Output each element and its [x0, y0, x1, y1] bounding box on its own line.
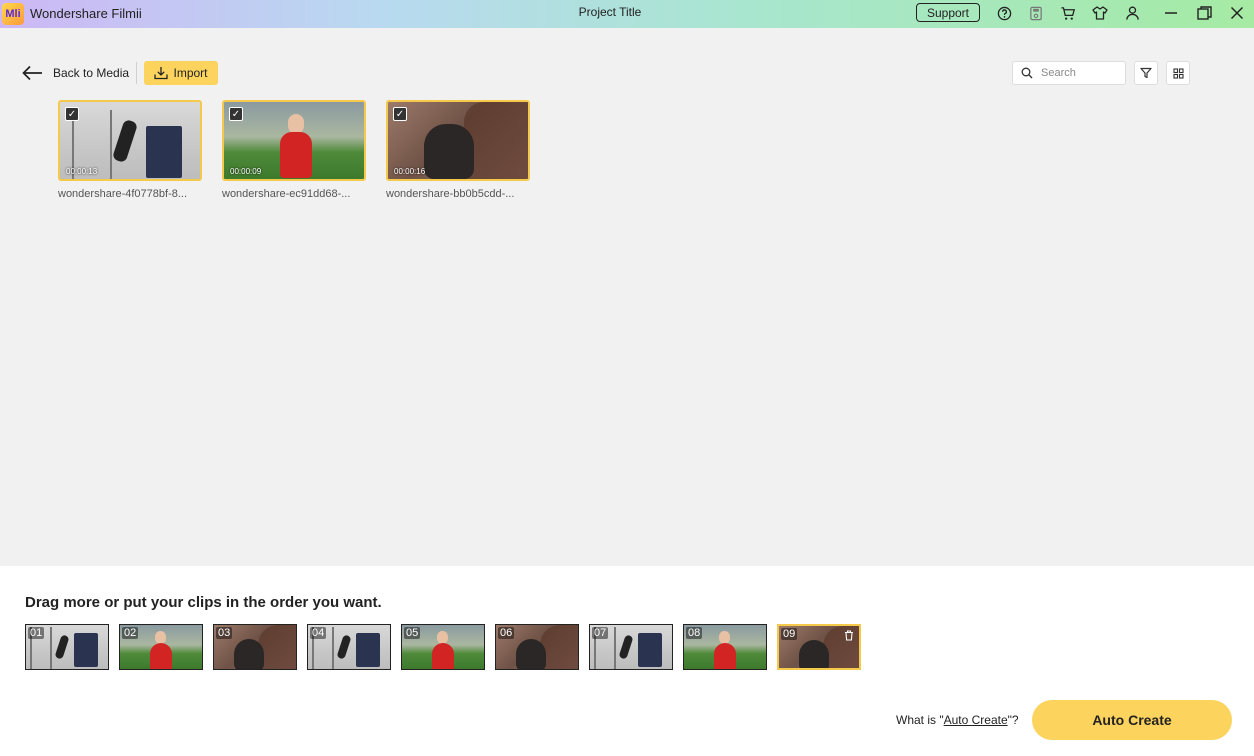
- checked-checkbox-icon[interactable]: ✓: [393, 107, 407, 121]
- media-card[interactable]: ✓ 00:00:09 wondershare-ec91dd68-...: [222, 100, 368, 200]
- close-icon[interactable]: [1228, 4, 1246, 22]
- import-button[interactable]: Import: [144, 61, 218, 85]
- clip-number: 04: [310, 627, 327, 639]
- toolbar-divider: [136, 62, 137, 84]
- clip-slot[interactable]: 05: [401, 624, 485, 670]
- clip-slot[interactable]: 04: [307, 624, 391, 670]
- clip-number: 02: [122, 627, 139, 639]
- import-label: Import: [173, 66, 208, 80]
- media-filename: wondershare-bb0b5cdd-...: [386, 188, 515, 200]
- checked-checkbox-icon[interactable]: ✓: [65, 107, 79, 121]
- checked-checkbox-icon[interactable]: ✓: [229, 107, 243, 121]
- save-icon[interactable]: [1027, 4, 1045, 22]
- media-duration: 00:00:09: [230, 167, 262, 176]
- back-to-media-label: Back to Media: [53, 66, 130, 80]
- restore-icon[interactable]: [1195, 4, 1213, 22]
- search-icon: [1021, 67, 1033, 79]
- title-bar: Mli Wondershare Filmii Project Title Sup…: [0, 0, 1254, 28]
- media-filename: wondershare-4f0778bf-8...: [58, 188, 188, 200]
- media-filename: wondershare-ec91dd68-...: [222, 188, 351, 200]
- clip-slot[interactable]: 06: [495, 624, 579, 670]
- grid-view-button[interactable]: [1166, 61, 1190, 85]
- support-button[interactable]: Support: [916, 3, 980, 22]
- search-box[interactable]: [1012, 61, 1126, 85]
- clip-order-title: Drag more or put your clips in the order…: [25, 594, 382, 611]
- clip-number: 05: [404, 627, 421, 639]
- filter-button[interactable]: [1134, 61, 1158, 85]
- clip-slot[interactable]: 08: [683, 624, 767, 670]
- import-icon: [154, 67, 169, 80]
- filter-icon: [1140, 67, 1152, 79]
- auto-create-button[interactable]: Auto Create: [1032, 700, 1232, 740]
- auto-create-help-link[interactable]: Auto Create: [944, 713, 1008, 727]
- clip-number: 07: [592, 627, 609, 639]
- help-icon[interactable]: [995, 4, 1013, 22]
- search-input[interactable]: [1041, 67, 1117, 79]
- clip-number: 09: [781, 628, 798, 640]
- media-card[interactable]: ✓ 00:00:16 wondershare-bb0b5cdd-...: [386, 100, 532, 200]
- grid-icon: [1172, 67, 1184, 79]
- media-thumbnail[interactable]: ✓ 00:00:09: [222, 100, 366, 181]
- clip-slot[interactable]: 03: [213, 624, 297, 670]
- template-icon[interactable]: [1091, 4, 1109, 22]
- delete-clip-icon[interactable]: [843, 629, 855, 641]
- back-to-media-button[interactable]: Back to Media: [22, 62, 129, 84]
- clip-number: 03: [216, 627, 233, 639]
- clip-number: 06: [498, 627, 515, 639]
- clip-slot-selected[interactable]: 09: [777, 624, 861, 670]
- whatis-prefix: What is ": [896, 713, 944, 727]
- clip-number: 08: [686, 627, 703, 639]
- clip-slot[interactable]: 07: [589, 624, 673, 670]
- media-thumbnail[interactable]: ✓ 00:00:13: [58, 100, 202, 181]
- clip-slot[interactable]: 01: [25, 624, 109, 670]
- clip-number: 01: [28, 627, 45, 639]
- media-card[interactable]: ✓ 00:00:13 wondershare-4f0778bf-8...: [58, 100, 204, 200]
- whatis-suffix: "?: [1007, 713, 1019, 727]
- account-icon[interactable]: [1123, 4, 1141, 22]
- back-arrow-icon: [22, 65, 42, 81]
- what-is-auto-create: What is "Auto Create"?: [896, 713, 1019, 727]
- cart-icon[interactable]: [1059, 4, 1077, 22]
- media-duration: 00:00:13: [66, 167, 98, 176]
- minimize-icon[interactable]: [1162, 4, 1180, 22]
- media-duration: 00:00:16: [394, 167, 426, 176]
- clip-order-panel: Drag more or put your clips in the order…: [0, 566, 1254, 756]
- clip-slot[interactable]: 02: [119, 624, 203, 670]
- media-thumbnail[interactable]: ✓ 00:00:16: [386, 100, 530, 181]
